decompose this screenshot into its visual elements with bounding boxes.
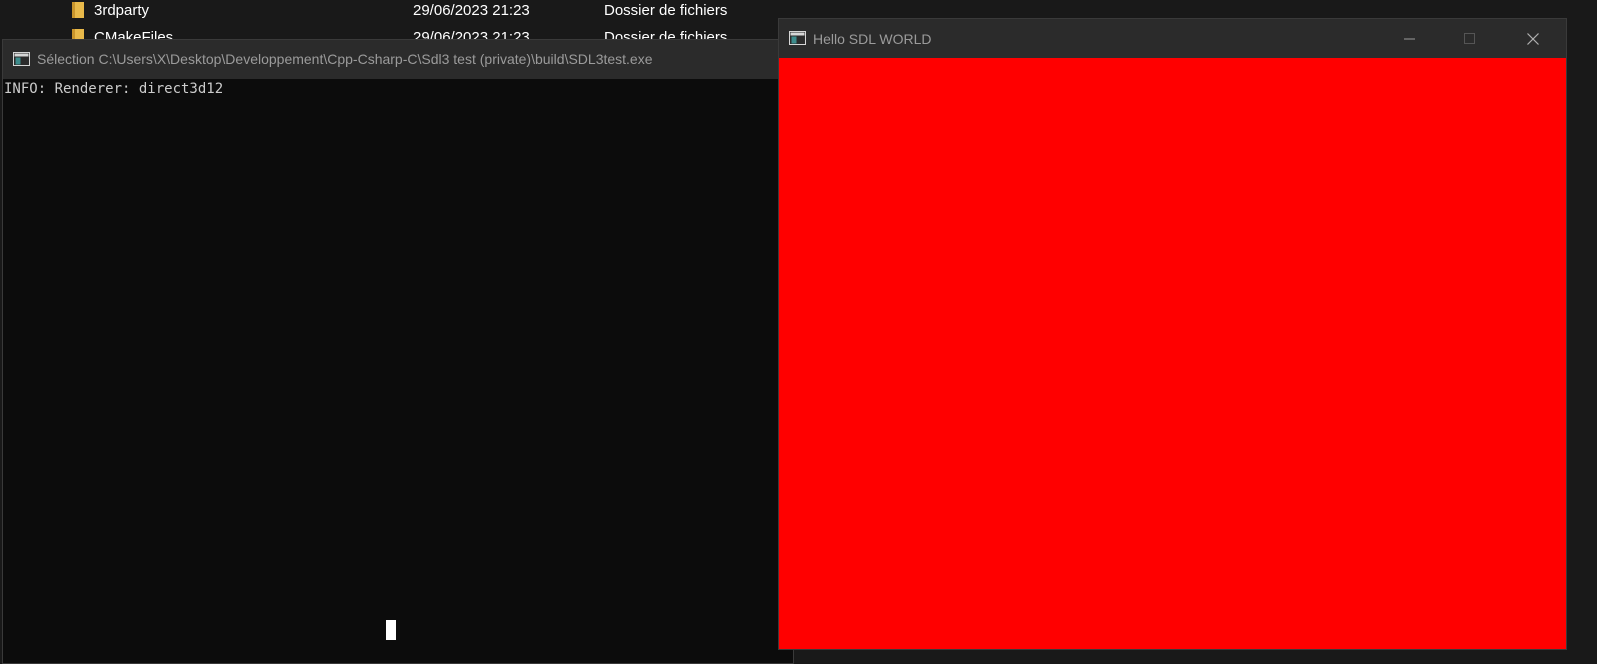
minimize-button[interactable]	[1380, 19, 1440, 58]
minimize-icon	[1404, 38, 1415, 40]
maximize-icon	[1464, 33, 1475, 44]
close-icon	[1527, 33, 1539, 45]
console-titlebar[interactable]: Sélection C:\Users\X\Desktop\Developpeme…	[3, 40, 793, 79]
console-app-icon	[13, 52, 30, 66]
close-button[interactable]	[1503, 19, 1563, 58]
file-type: Dossier de fichiers	[604, 2, 728, 19]
sdl-window[interactable]: Hello SDL WORLD	[778, 18, 1567, 650]
console-window[interactable]: Sélection C:\Users\X\Desktop\Developpeme…	[2, 39, 794, 664]
folder-icon	[72, 2, 84, 18]
app-window-icon	[789, 31, 806, 45]
sdl-window-title: Hello SDL WORLD	[813, 31, 932, 47]
sdl-titlebar[interactable]: Hello SDL WORLD	[779, 19, 1566, 58]
text-cursor	[386, 620, 396, 640]
file-row-3rdparty[interactable]: 3rdparty 29/06/2023 21:23 Dossier de fic…	[0, 0, 790, 22]
console-output: INFO: Renderer: direct3d12	[4, 81, 224, 97]
file-name: 3rdparty	[94, 2, 150, 19]
render-canvas[interactable]	[779, 58, 1566, 649]
console-title: Sélection C:\Users\X\Desktop\Developpeme…	[37, 51, 653, 67]
file-date: 29/06/2023 21:23	[413, 2, 530, 19]
maximize-button[interactable]	[1440, 19, 1500, 58]
